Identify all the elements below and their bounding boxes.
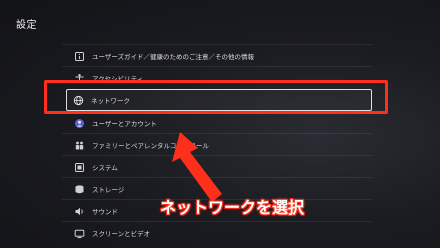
family-icon (72, 138, 86, 152)
menu-item-label: サウンド (92, 208, 118, 216)
menu-item-label: スクリーンとビデオ (92, 230, 151, 238)
callout-text: ネットワークを選択 (160, 198, 305, 217)
screen-icon (72, 226, 86, 240)
info-book-icon (72, 49, 86, 63)
menu-item-users-guide[interactable]: ユーザーズガイド／健康のためのご注意／その他の情報 (62, 44, 372, 67)
storage-icon (72, 182, 86, 196)
menu-item-label: ストレージ (92, 186, 125, 194)
menu-item-label: ユーザーズガイド／健康のためのご注意／その他の情報 (92, 53, 255, 61)
system-icon (72, 160, 86, 174)
menu-item-label: システム (92, 164, 118, 172)
menu-item-screen-video[interactable]: スクリーンとビデオ (62, 221, 372, 244)
highlight-box (44, 80, 388, 114)
menu-item-label: ユーザーとアカウント (92, 120, 157, 128)
page-title: 設定 (16, 20, 37, 31)
user-icon (72, 116, 86, 130)
speaker-icon (72, 204, 86, 218)
